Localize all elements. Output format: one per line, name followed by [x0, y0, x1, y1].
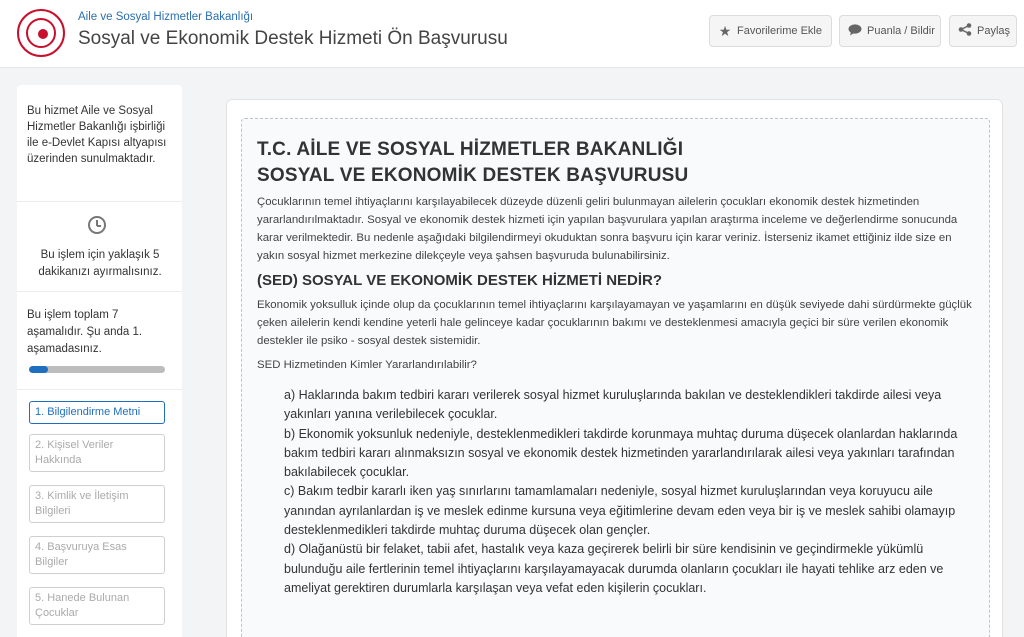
section-title: (SED) SOSYAL VE EKONOMİK DESTEK HİZMETİ … — [257, 272, 663, 289]
ministry-name[interactable]: Aile ve Sosyal Hizmetler Bakanlığı — [78, 11, 253, 23]
share-icon — [958, 23, 972, 39]
page-header: Aile ve Sosyal Hizmetler Bakanlığı Sosya… — [0, 0, 1024, 68]
add-to-favorites-button[interactable]: ★ Favorilerime Ekle — [709, 15, 832, 47]
main-panel: T.C. AİLE VE SOSYAL HİZMETLER BAKANLIĞI … — [226, 99, 1003, 637]
rate-report-label: Puanla / Bildir — [867, 25, 935, 37]
add-to-favorites-label: Favorilerime Ekle — [737, 25, 822, 37]
definition-paragraph: Ekonomik yoksulluk içinde olup da çocukl… — [257, 299, 972, 347]
step-3-identity-contact[interactable]: 3. Kimlik ve İletişim Bilgileri — [29, 485, 165, 523]
logo-dot — [38, 29, 48, 39]
eligibility-question: SED Hizmetinden Kimler Yararlandırılabil… — [257, 359, 477, 371]
divider — [17, 291, 182, 292]
progress-bar — [29, 366, 165, 373]
rate-report-button[interactable]: Puanla / Bildir — [839, 15, 941, 47]
intro-paragraph: Çocuklarının temel ihtiyaçlarını karşıla… — [257, 196, 958, 262]
step-2-personal-data[interactable]: 2. Kişisel Veriler Hakkında — [29, 434, 165, 472]
list-item: b) Ekonomik yoksunluk nedeniyle, destekl… — [284, 426, 958, 480]
step-4-application-info[interactable]: 4. Başvuruya Esas Bilgiler — [29, 536, 165, 574]
divider — [17, 201, 182, 202]
step-5-children-in-household[interactable]: 5. Hanede Bulunan Çocuklar — [29, 587, 165, 625]
sidebar: Bu hizmet Aile ve Sosyal Hizmetler Bakan… — [17, 85, 182, 637]
stage-info: Bu işlem toplam 7 aşamalıdır. Şu anda 1.… — [27, 309, 143, 355]
service-provider-note: Bu hizmet Aile ve Sosyal Hizmetler Bakan… — [27, 105, 167, 165]
share-button[interactable]: Paylaş — [949, 15, 1017, 47]
speech-bubble-icon — [848, 23, 862, 39]
eligibility-list: a) Haklarında bakım tedbiri kararı veril… — [257, 386, 962, 598]
step-1-information[interactable]: 1. Bilgilendirme Metni — [29, 401, 165, 424]
ministry-logo[interactable] — [17, 9, 65, 57]
information-text-box[interactable]: T.C. AİLE VE SOSYAL HİZMETLER BAKANLIĞI … — [241, 118, 990, 637]
list-item: c) Bakım tedbir kararlı iken yaş sınırla… — [284, 484, 956, 538]
estimated-time: Bu işlem için yaklaşık 5 dakikanızı ayır… — [38, 249, 162, 278]
information-text: T.C. AİLE VE SOSYAL HİZMETLER BAKANLIĞI … — [257, 137, 977, 598]
logo-emblem — [26, 18, 56, 48]
list-item: a) Haklarında bakım tedbiri kararı veril… — [284, 388, 942, 422]
ministry-heading: T.C. AİLE VE SOSYAL HİZMETLER BAKANLIĞI — [257, 139, 684, 160]
star-icon: ★ — [718, 22, 732, 39]
application-heading: SOSYAL VE EKONOMİK DESTEK BAŞVURUSU — [257, 165, 689, 186]
list-item: d) Olağanüstü bir felaket, tabii afet, h… — [284, 542, 944, 595]
share-label: Paylaş — [977, 25, 1011, 37]
divider — [17, 389, 182, 390]
service-title: Sosyal ve Ekonomik Destek Hizmeti Ön Baş… — [78, 28, 508, 49]
clock-icon — [88, 216, 106, 234]
progress-fill — [29, 366, 49, 373]
